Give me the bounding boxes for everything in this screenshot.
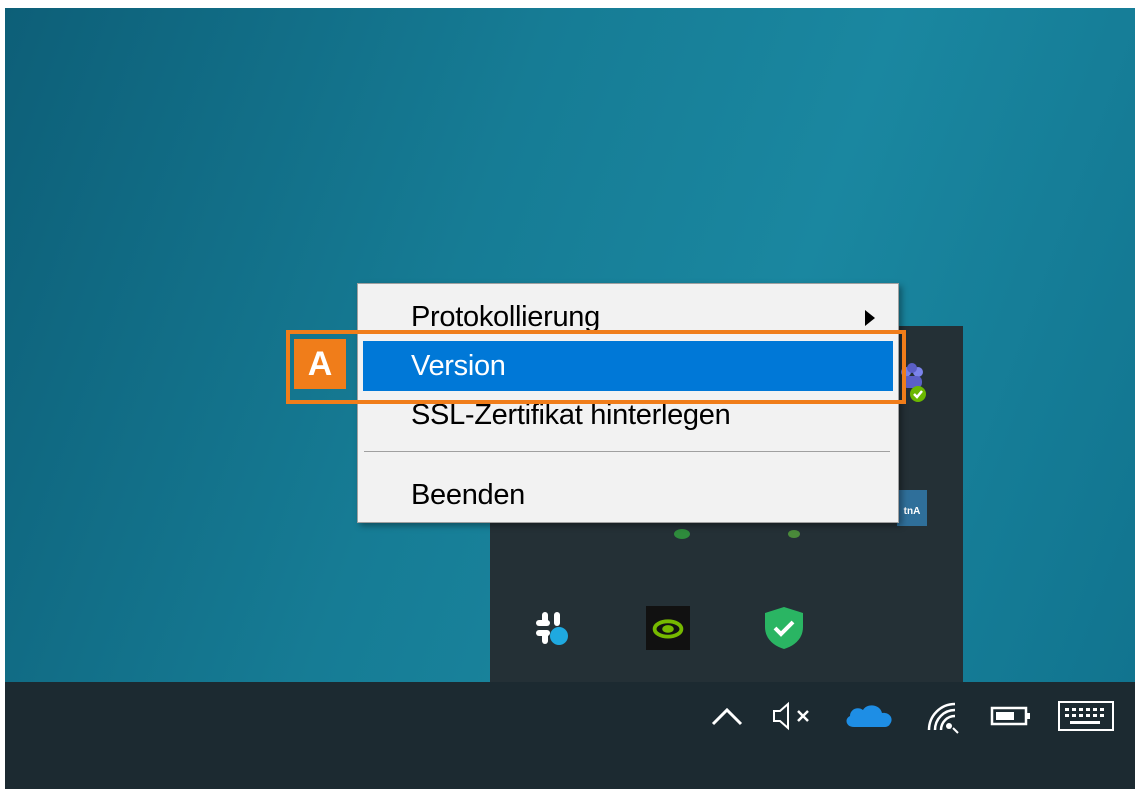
slack-icon[interactable] xyxy=(530,606,574,650)
menu-item-label: Beenden xyxy=(411,479,526,511)
keyboard-icon[interactable] xyxy=(1055,696,1117,736)
menu-separator xyxy=(364,451,890,452)
menu-item-beenden[interactable]: Beenden xyxy=(363,470,893,520)
security-shield-icon[interactable] xyxy=(762,606,806,650)
submenu-arrow-icon xyxy=(865,310,875,326)
svg-text:tnA: tnA xyxy=(904,506,921,517)
wifi-icon[interactable] xyxy=(921,696,965,736)
speaker-muted-icon[interactable] xyxy=(769,696,819,736)
nvidia-icon[interactable] xyxy=(646,606,690,650)
chevron-up-icon[interactable] xyxy=(705,696,749,736)
battery-icon[interactable] xyxy=(987,696,1035,736)
annotation-highlight-box xyxy=(286,330,906,404)
menu-item-label: Protokollierung xyxy=(411,301,600,333)
annotation-badge: A xyxy=(294,339,346,389)
taskbar xyxy=(5,682,1135,789)
onedrive-icon[interactable] xyxy=(841,696,897,736)
screenshot-frame: tnA Protokollierung Version SSL-Zertifik… xyxy=(5,8,1135,789)
